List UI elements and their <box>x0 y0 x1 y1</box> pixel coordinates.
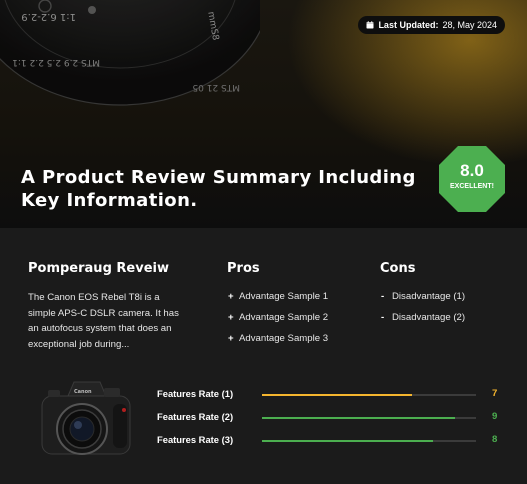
pros-title: Pros <box>227 261 260 276</box>
review-title: Pomperaug Reveiw <box>28 261 169 276</box>
last-updated-label: Last Updated: <box>378 20 439 30</box>
pros-item-label: Advantage Sample 2 <box>239 312 329 323</box>
last-updated-date: 28, May 2024 <box>442 20 497 30</box>
lens-background-image: 1:1 6.2-2.9 MTS 2.9 2.5 2.2 1:1 MTS 21 0… <box>0 0 260 106</box>
review-summary-text: The Canon EOS Rebel T8i is a simple APS-… <box>28 292 179 350</box>
cons-item-label: Disadvantage (2) <box>392 312 466 323</box>
plus-icon: + <box>228 312 234 323</box>
feature-rate-label: Features Rate (1) <box>157 388 234 399</box>
feature-rate-fill <box>262 394 412 396</box>
camera-product-image: Canon <box>41 381 131 455</box>
pros-item: + Advantage Sample 2 <box>228 312 328 333</box>
feature-rate-fill <box>262 440 434 442</box>
page-title: A Product Review Summary Including Key I… <box>21 167 416 211</box>
minus-icon: - <box>381 312 385 323</box>
score-value: 8.0 <box>460 161 484 180</box>
plus-icon: + <box>228 291 234 302</box>
feature-rate-row: Features Rate (2) 9 <box>157 411 502 425</box>
feature-rate-label: Features Rate (3) <box>157 434 234 445</box>
feature-rate-track <box>262 440 476 442</box>
minus-icon: - <box>381 291 385 302</box>
feature-rate-label: Features Rate (2) <box>157 411 234 422</box>
feature-rate-track <box>262 394 476 396</box>
plus-icon: + <box>228 333 234 344</box>
score-label: EXCELLENT! <box>450 183 494 190</box>
svg-text:MTS 2.9 2.5 2.2 1:1: MTS 2.9 2.5 2.2 1:1 <box>12 57 100 67</box>
svg-text:MTS 21 05: MTS 21 05 <box>192 82 240 92</box>
pros-item: + Advantage Sample 1 <box>228 291 328 312</box>
cons-title: Cons <box>380 261 416 276</box>
feature-rate-track <box>262 417 476 419</box>
feature-rate-row: Features Rate (3) 8 <box>157 434 502 448</box>
pros-item: + Advantage Sample 3 <box>228 333 328 354</box>
pros-item-label: Advantage Sample 3 <box>239 333 329 344</box>
feature-rate-value: 9 <box>492 411 498 422</box>
pros-item-label: Advantage Sample 1 <box>239 291 329 302</box>
feature-rate-fill <box>262 417 455 419</box>
cons-list: - Disadvantage (1) - Disadvantage (2) <box>381 291 465 333</box>
feature-rate-row: Features Rate (1) 7 <box>157 388 502 402</box>
score-badge: 8.0 EXCELLENT! <box>438 145 506 213</box>
pros-list: + Advantage Sample 1 + Advantage Sample 2 … <box>228 291 328 354</box>
feature-rate-value: 8 <box>492 434 498 445</box>
svg-text:1:1 6.2-2.9: 1:1 6.2-2.9 <box>21 11 76 22</box>
cons-item: - Disadvantage (2) <box>381 312 465 333</box>
feature-rate-value: 7 <box>492 388 498 399</box>
calendar-icon <box>366 21 374 29</box>
cons-item-label: Disadvantage (1) <box>392 291 466 302</box>
last-updated-badge: Last Updated: 28, May 2024 <box>358 16 505 34</box>
svg-text:Canon: Canon <box>74 389 92 395</box>
cons-item: - Disadvantage (1) <box>381 291 465 312</box>
